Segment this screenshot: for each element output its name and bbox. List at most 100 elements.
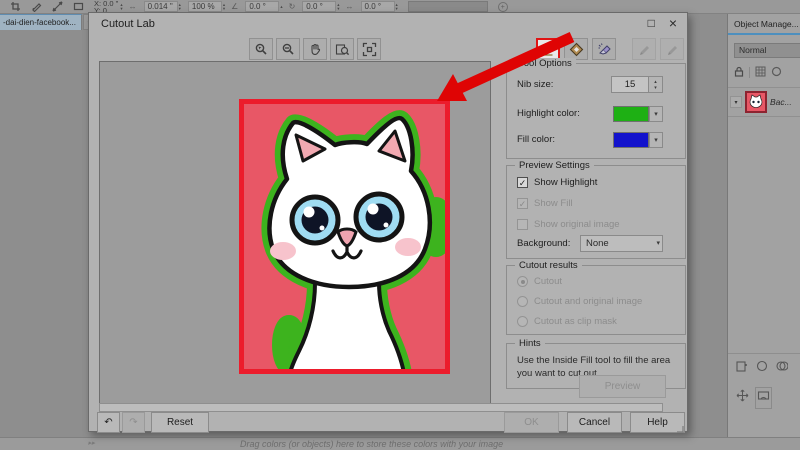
transform-tool-icon[interactable] (52, 1, 63, 12)
new-group-icon[interactable] (776, 359, 789, 377)
rotate-icon: ↻ (288, 2, 296, 11)
status-bar: ▸▸ Drag colors (or objects) here to stor… (0, 437, 800, 450)
pen-tool-icon[interactable] (31, 1, 42, 12)
rectangle-tool-icon[interactable] (73, 1, 84, 12)
object-manager-panel: Object Manage... Normal ▾ Bac... (727, 14, 800, 437)
expand-icon[interactable]: ▾ (730, 96, 742, 108)
preview-canvas[interactable] (99, 61, 491, 409)
tool-options-title: Tool Options (515, 58, 576, 69)
divider (749, 67, 750, 78)
show-highlight-checkbox[interactable]: ✓ (517, 177, 528, 188)
grid-icon[interactable] (755, 64, 766, 82)
hints-line1: Use the Inside Fill tool to fill the are… (517, 355, 671, 366)
preview-settings-group: Preview Settings ✓ Show Highlight ✓ Show… (506, 160, 686, 259)
progress-bar (99, 403, 663, 412)
merge-mode-select[interactable]: Normal (734, 43, 800, 58)
background-dropdown-icon[interactable]: ▾ (656, 236, 660, 251)
zoom-out-button[interactable] (276, 38, 300, 60)
preview-settings-title: Preview Settings (515, 160, 594, 171)
cutout-and-original-radio (517, 296, 528, 307)
highlight-color-swatch[interactable] (613, 105, 649, 122)
background-select[interactable]: None ▾ (580, 235, 663, 252)
layer-row[interactable]: ▾ Bac... (728, 87, 800, 117)
lock-icon[interactable] (734, 64, 744, 82)
highlight-color-label: Highlight color: (517, 108, 580, 119)
resize-grip[interactable] (676, 420, 684, 433)
cutout-image[interactable] (239, 99, 454, 381)
maximize-icon[interactable]: □ (648, 16, 655, 30)
opacity-icon[interactable] (771, 64, 782, 82)
inside-fill-tool-button[interactable] (564, 38, 588, 60)
show-original-label: Show original image (534, 219, 620, 230)
redo-button: ↷ (122, 412, 145, 433)
show-fill-checkbox: ✓ (517, 198, 528, 209)
zoom-picker-button[interactable] (249, 38, 273, 60)
skew-spinner[interactable]: ▴ ▾ (396, 2, 398, 11)
cutout-radio (517, 276, 528, 287)
zoom-page-button[interactable] (330, 38, 354, 60)
fill-color-dropdown-icon[interactable]: ▾ (649, 131, 663, 148)
nib-size-stepper[interactable]: 15 ▴ ▾ (611, 76, 663, 93)
fill-color-swatch[interactable] (613, 131, 649, 148)
close-icon[interactable]: × (669, 16, 677, 30)
angle-value[interactable]: 0.0 ° (245, 1, 280, 12)
show-original-checkbox (517, 219, 528, 230)
nudge-spinner[interactable]: ▴ ▾ (179, 2, 181, 11)
nib-spin-down-icon[interactable]: ▾ (654, 85, 657, 91)
fill-color-label: Fill color: (517, 134, 556, 145)
hints-title: Hints (515, 338, 545, 349)
status-text: Drag colors (or objects) here to store t… (240, 439, 504, 449)
add-detail-button-disabled (632, 38, 656, 60)
xy-spinner[interactable]: ▴ ▾ (120, 2, 122, 11)
new-object-icon[interactable] (736, 359, 748, 377)
document-tab[interactable]: -dai-dien-facebook... (0, 14, 82, 30)
show-highlight-label: Show Highlight (534, 177, 598, 188)
cutout-results-title: Cutout results (515, 260, 582, 271)
pan-hand-button[interactable] (303, 38, 327, 60)
cutout-clip-mask-label: Cutout as clip mask (534, 316, 617, 327)
ok-button: OK (504, 412, 559, 433)
layer-thumbnail[interactable] (745, 91, 767, 113)
dialog-title: Cutout Lab (101, 18, 155, 30)
move-icon[interactable] (736, 389, 749, 407)
zoom-level-value[interactable]: 100 % (187, 1, 222, 12)
crop-tool-icon[interactable] (10, 1, 21, 12)
cutout-and-original-label: Cutout and original image (534, 296, 643, 307)
cutout-lab-dialog: Cutout Lab □ × Tool Options Nib size: 15… (88, 12, 688, 433)
object-manager-title: Object Manage... (734, 19, 799, 29)
nudge-value[interactable]: 0.014 " (143, 1, 178, 12)
rotation-spinner[interactable]: ▴ ▾ (337, 2, 339, 11)
nib-size-value[interactable]: 15 (611, 76, 649, 93)
remove-detail-button-disabled (660, 38, 684, 60)
angle-icon: ∠ (231, 2, 239, 11)
background-label: Background: (517, 238, 571, 249)
fit-to-window-button[interactable] (357, 38, 381, 60)
undo-button[interactable]: ↶ (97, 412, 120, 433)
tool-options-group: Tool Options Nib size: 15 ▴ ▾ Highlight c… (506, 58, 686, 159)
reset-button[interactable]: Reset (151, 412, 209, 433)
rotation-value[interactable]: 0.0 ° (302, 1, 337, 12)
propbar-apply-button[interactable] (407, 1, 488, 12)
cutout-radio-label: Cutout (534, 276, 562, 287)
cutout-clip-mask-radio (517, 316, 528, 327)
cutout-results-group: Cutout results Cutout Cutout and origina… (506, 260, 686, 335)
highlighter-tool-button[interactable] (536, 38, 560, 60)
mask-mode-icon[interactable] (755, 387, 772, 409)
layer-name: Bac... (770, 97, 792, 107)
background-value: None (586, 238, 609, 249)
skew-value[interactable]: 0.0 ° (360, 1, 395, 12)
show-fill-label: Show Fill (534, 198, 573, 209)
palette-chevrons-icon[interactable]: ▸▸ (88, 438, 95, 450)
highlight-color-dropdown-icon[interactable]: ▾ (649, 105, 663, 122)
preview-button: Preview (579, 375, 666, 398)
swap2-icon: ↔ (345, 2, 354, 11)
new-lens-icon[interactable] (756, 359, 768, 377)
nib-size-label: Nib size: (517, 79, 554, 90)
eraser-tool-button[interactable] (592, 38, 616, 60)
angle-spinner[interactable]: ▴ (280, 4, 282, 9)
info-plus-icon[interactable]: + (497, 1, 508, 12)
cancel-button[interactable]: Cancel (567, 412, 622, 433)
swap-icon: ↔ (128, 2, 137, 11)
panel-accent-line (728, 33, 800, 35)
zoom-spinner[interactable]: ▴ ▾ (223, 2, 225, 11)
